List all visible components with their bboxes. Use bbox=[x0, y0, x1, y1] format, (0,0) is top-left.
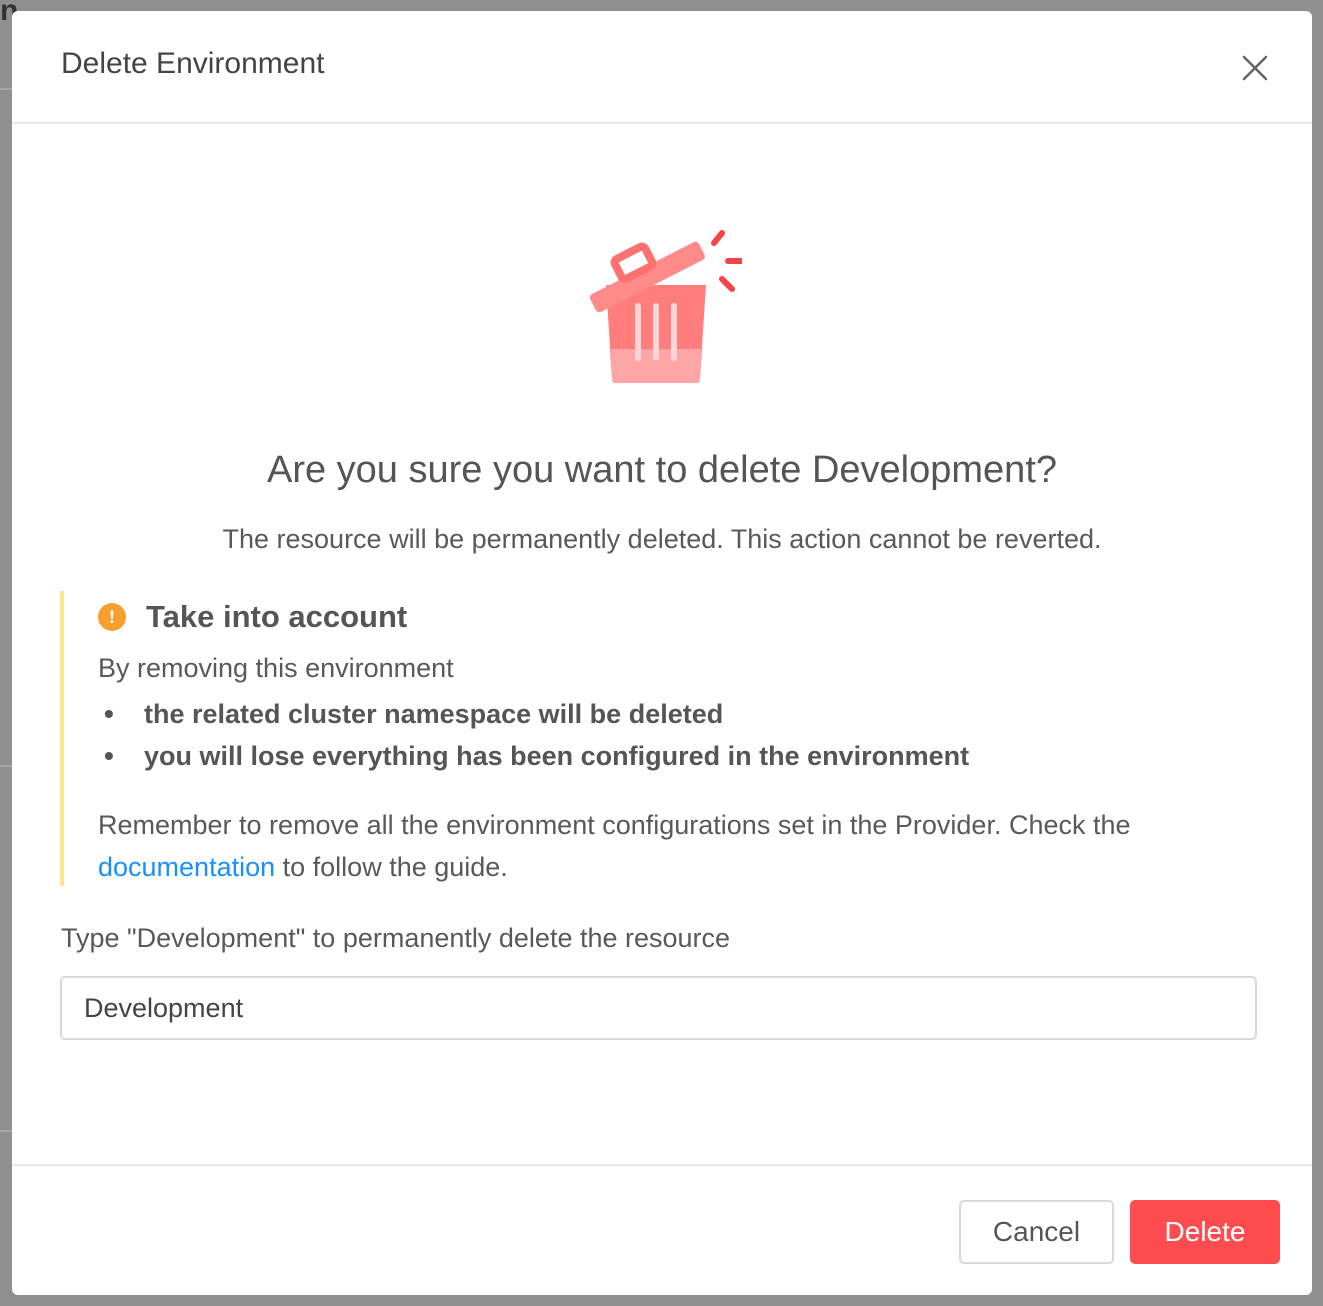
close-button[interactable] bbox=[1238, 51, 1272, 85]
remember-text-end: to follow the guide. bbox=[282, 852, 508, 882]
background-divider bbox=[0, 88, 12, 90]
warning-callout: ! Take into account By removing this env… bbox=[60, 591, 1260, 886]
dialog-header: Delete Environment bbox=[12, 11, 1312, 124]
dialog-footer: Cancel Delete bbox=[12, 1164, 1312, 1295]
cancel-button[interactable]: Cancel bbox=[959, 1200, 1114, 1264]
delete-environment-dialog: Delete Environment Are you sure you want… bbox=[12, 11, 1312, 1295]
background-divider bbox=[0, 765, 12, 767]
trash-can-open-icon bbox=[582, 213, 745, 389]
callout-bullet-list: the related cluster namespace will be de… bbox=[98, 693, 969, 777]
type-confirm-input[interactable] bbox=[60, 976, 1257, 1040]
delete-button[interactable]: Delete bbox=[1130, 1200, 1280, 1264]
type-confirm-label: Type "Development" to permanently delete… bbox=[61, 923, 731, 953]
documentation-link[interactable]: documentation bbox=[98, 852, 275, 882]
list-item: the related cluster namespace will be de… bbox=[98, 693, 969, 735]
confirmation-question: Are you sure you want to delete Developm… bbox=[266, 449, 1058, 491]
callout-title: Take into account bbox=[146, 599, 408, 634]
list-item: you will lose everything has been config… bbox=[98, 735, 969, 777]
dialog-title: Delete Environment bbox=[61, 47, 325, 80]
callout-header: ! Take into account bbox=[98, 599, 407, 635]
background-divider bbox=[0, 1130, 12, 1132]
confirmation-subtitle: The resource will be permanently deleted… bbox=[222, 524, 1102, 554]
close-icon[interactable] bbox=[1238, 51, 1272, 85]
callout-intro: By removing this environment bbox=[98, 653, 454, 683]
remember-text: Remember to remove all the environment c… bbox=[98, 804, 1258, 888]
warning-icon: ! bbox=[98, 603, 126, 631]
remember-text-start: Remember to remove all the environment c… bbox=[98, 810, 1131, 840]
